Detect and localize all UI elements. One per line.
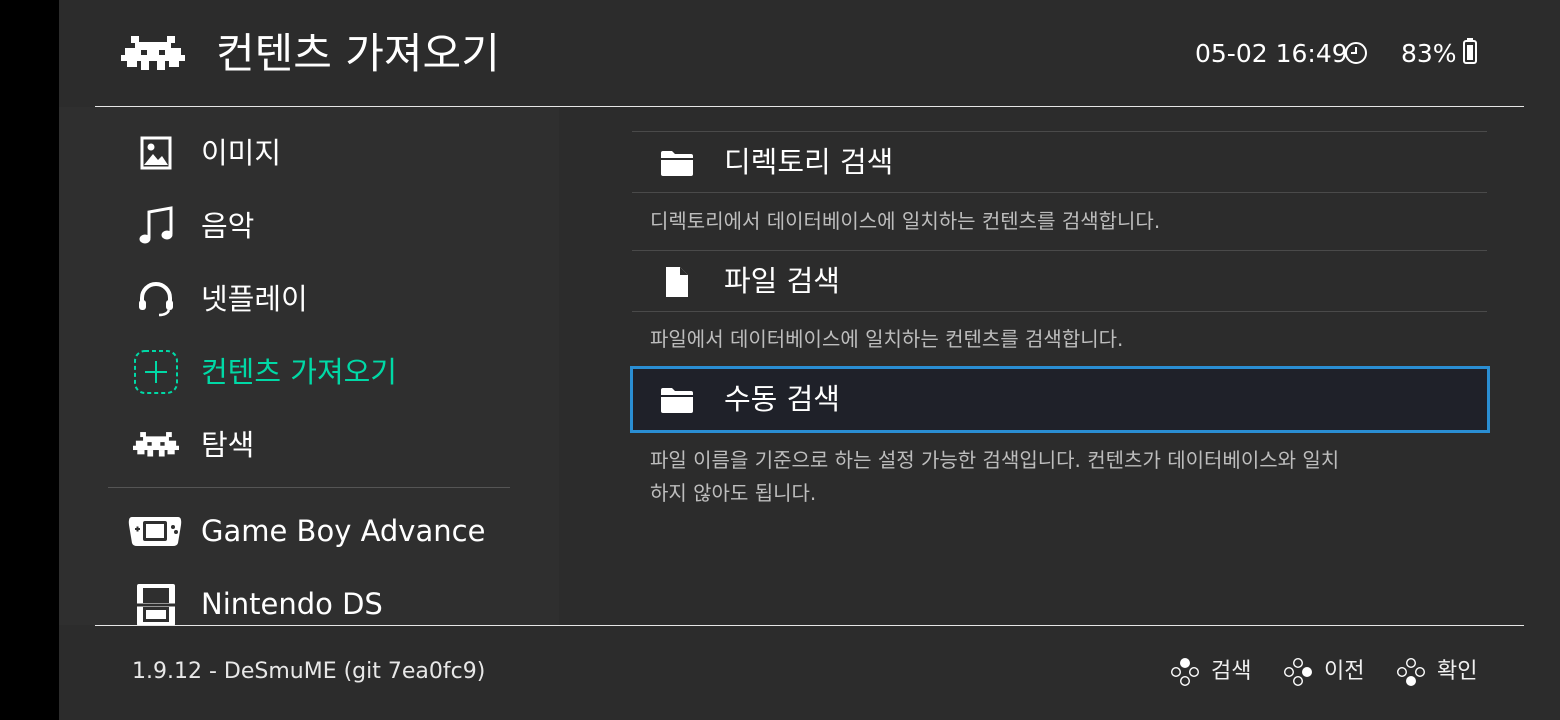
retroarch-invader-icon (131, 420, 181, 470)
nds-icon (131, 580, 181, 625)
entry-label: 파일 검색 (724, 264, 840, 298)
sidebar-item-nds[interactable]: Nintendo DS (59, 574, 559, 625)
sidebar: 이미지 음악 넷플레이 컨텐츠 가져오기 탐색 Game Boy Advance… (59, 107, 559, 625)
hint-label: 검색 (1211, 659, 1252, 684)
sidebar-divider (108, 487, 510, 488)
hint-label: 확인 (1437, 659, 1478, 684)
headset-icon (131, 274, 181, 324)
retroarch-logo-icon (121, 36, 185, 70)
row-divider (632, 192, 1487, 193)
manual-scan-item[interactable]: 수동 검색 (630, 366, 1490, 433)
sidebar-item-explore[interactable]: 탐색 (59, 415, 559, 475)
folder-icon (657, 146, 697, 180)
sidebar-item-label: Game Boy Advance (201, 514, 486, 548)
sidebar-item-label: 넷플레이 (201, 282, 308, 316)
scan-file-item[interactable]: 파일 검색 (632, 251, 1487, 311)
music-note-icon (131, 201, 181, 251)
retroarch-screen: 컨텐츠 가져오기 05-02 16:49 83% 이미지 음악 넷플레이 컨텐츠… (59, 0, 1560, 720)
entry-label: 수동 검색 (724, 382, 840, 416)
image-icon (131, 128, 181, 178)
battery-text: 83% (1401, 39, 1457, 68)
gamepad-button-right-icon (1283, 657, 1312, 687)
gba-icon (127, 506, 183, 556)
sidebar-item-music[interactable]: 음악 (59, 196, 559, 256)
header: 컨텐츠 가져오기 05-02 16:49 83% (59, 0, 1560, 106)
core-version: 1.9.12 - DeSmuME (git 7ea0fc9) (132, 659, 486, 684)
entry-description: 디렉토리에서 데이터베이스에 일치하는 컨텐츠를 검색합니다. (650, 209, 1161, 233)
add-icon (131, 347, 181, 397)
row-divider (632, 311, 1487, 312)
entry-description-line: 하지 않아도 됩니다. (650, 481, 817, 505)
sidebar-item-label: 탐색 (201, 428, 255, 462)
content-list: 디렉토리 검색 디렉토리에서 데이터베이스에 일치하는 컨텐츠를 검색합니다. … (559, 107, 1560, 625)
sidebar-item-images[interactable]: 이미지 (59, 123, 559, 183)
gamepad-button-top-icon (1170, 658, 1200, 687)
sidebar-item-netplay[interactable]: 넷플레이 (59, 269, 559, 329)
entry-description: 파일에서 데이터베이스에 일치하는 컨텐츠를 검색합니다. (650, 327, 1124, 351)
scan-directory-item[interactable]: 디렉토리 검색 (632, 132, 1487, 192)
sidebar-item-label: 음악 (201, 209, 255, 243)
sidebar-item-label: 컨텐츠 가져오기 (201, 355, 397, 389)
sidebar-item-label: 이미지 (201, 136, 282, 170)
sidebar-item-label: Nintendo DS (201, 587, 383, 621)
hint-label: 이전 (1324, 659, 1365, 684)
file-icon (657, 265, 697, 299)
sidebar-item-import-content[interactable]: 컨텐츠 가져오기 (59, 342, 559, 402)
page-title: 컨텐츠 가져오기 (216, 29, 500, 78)
clock-text: 05-02 16:49 (1195, 39, 1348, 68)
footer-divider (95, 625, 1524, 626)
clock-icon (1345, 42, 1367, 64)
sidebar-item-gba[interactable]: Game Boy Advance (59, 501, 559, 561)
gamepad-button-bottom-icon (1396, 657, 1426, 686)
battery-icon (1463, 38, 1477, 64)
folder-icon (657, 383, 697, 417)
entry-label: 디렉토리 검색 (724, 145, 894, 179)
entry-description-line: 파일 이름을 기준으로 하는 설정 가능한 검색입니다. 컨텐츠가 데이터베이스… (650, 448, 1340, 472)
